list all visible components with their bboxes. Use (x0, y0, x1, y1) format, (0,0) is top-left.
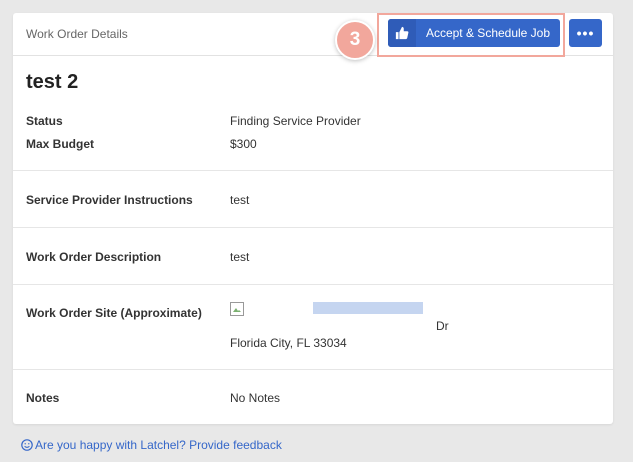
notes-label: Notes (26, 391, 60, 405)
feedback-text: Are you happy with Latchel? Provide feed… (35, 438, 282, 452)
instructions-label: Service Provider Instructions (26, 193, 193, 207)
max-budget-value: $300 (230, 137, 257, 151)
header-title: Work Order Details (26, 27, 128, 41)
accept-schedule-label: Accept & Schedule Job (425, 26, 551, 40)
max-budget-label: Max Budget (26, 137, 95, 151)
accept-schedule-button[interactable]: Accept & Schedule Job (388, 19, 560, 47)
step-number-badge: 3 (335, 20, 375, 60)
feedback-link[interactable]: Are you happy with Latchel? Provide feed… (21, 438, 282, 452)
notes-value: No Notes (230, 391, 281, 405)
description-value: test (230, 250, 250, 264)
status-value: Finding Service Provider (230, 114, 361, 128)
broken-image-icon (230, 302, 244, 316)
divider (13, 284, 613, 285)
address-line1-redacted (230, 319, 420, 333)
description-label: Work Order Description (26, 250, 162, 264)
address-line1-end: Dr (436, 319, 449, 333)
thumbs-up-icon (388, 19, 416, 47)
instructions-value: test (230, 193, 250, 207)
divider (13, 227, 613, 228)
card-header: Work Order Details Accept & Schedule Job… (13, 13, 613, 57)
more-options-button[interactable]: ••• (569, 19, 602, 47)
smile-icon (21, 439, 33, 451)
address-line2: Florida City, FL 33034 (230, 336, 347, 350)
address-redaction (313, 302, 423, 314)
status-label: Status (26, 114, 63, 128)
site-label: Work Order Site (Approximate) (26, 306, 202, 320)
work-order-title: test 2 (26, 71, 79, 93)
divider (13, 170, 613, 171)
divider (13, 369, 613, 370)
work-order-card: Work Order Details Accept & Schedule Job… (13, 13, 613, 424)
